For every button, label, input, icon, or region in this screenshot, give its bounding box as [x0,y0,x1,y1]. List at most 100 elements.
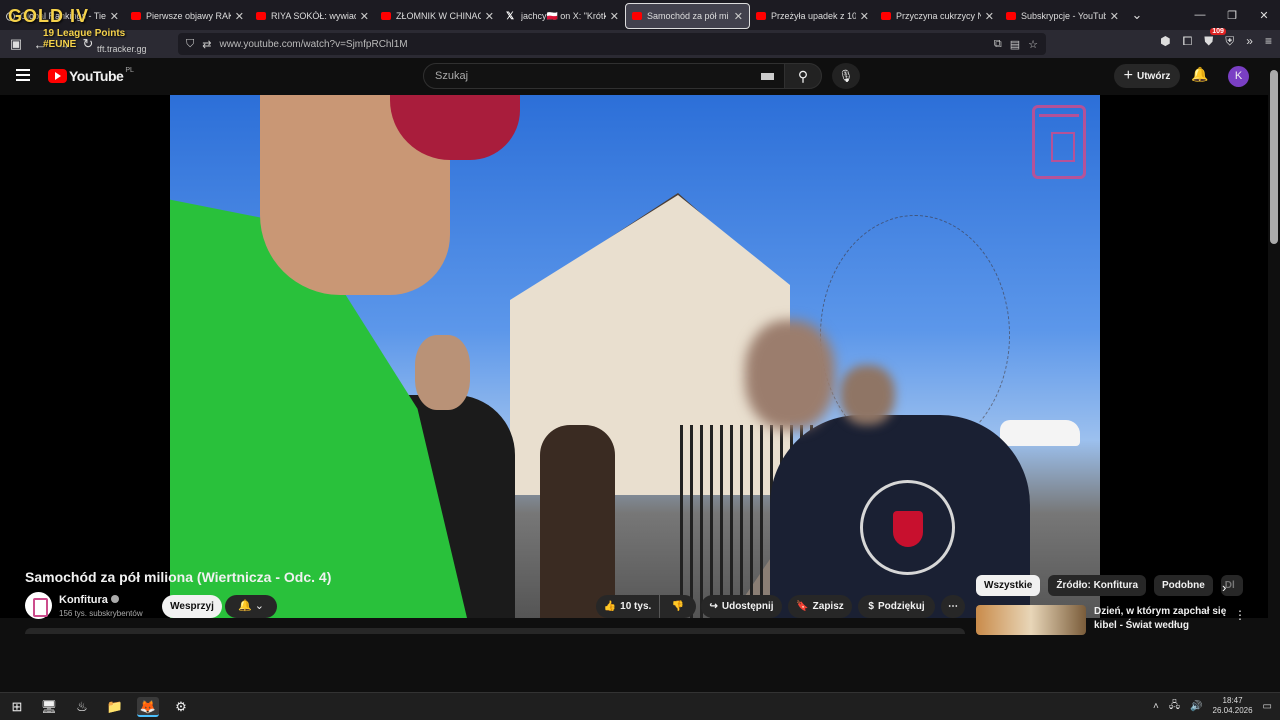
tab-label: jachcy🇵🇱 on X: "Krótki [521,10,606,21]
blurred-face [745,320,835,430]
notifications-bell-icon[interactable]: 🔔 [1191,66,1208,83]
description-box[interactable] [25,628,965,634]
globe-icon [6,11,15,21]
tab-2[interactable]: Pierwsze objawy RAKA P ✕ [125,3,250,29]
browser-tab-bar: Global Rankings - Tie ✕ Pierwsze objawy … [0,0,1280,30]
pip-icon[interactable]: ⧉ [994,38,1002,51]
search-placeholder: Szukaj [435,70,469,82]
tab-close-icon[interactable]: ✕ [360,10,369,23]
reload-icon[interactable]: ↻ [76,36,100,52]
chip-next-chevron-icon[interactable]: › [1222,580,1226,595]
search-button[interactable]: ⚲ [784,63,822,89]
region-label: PL [125,66,134,74]
x-icon: 𝕏 [506,10,515,22]
restore-icon[interactable]: ❐ [1216,9,1248,22]
recommended-video[interactable]: Dzień, w którym zapchał się kibel - Świa… [976,605,1268,645]
more-vertical-icon[interactable]: ⋮ [1234,608,1246,622]
url-bar[interactable]: ⛉ ⇄ www.youtube.com/watch?v=SjmfpRChl1M … [178,33,1046,55]
clock[interactable]: 18:47 26.04.2026 [1213,696,1253,716]
chip-related[interactable]: Podobne [1154,575,1213,596]
youtube-logo[interactable]: YouTube PL [48,66,134,84]
keyboard-icon[interactable] [761,73,774,80]
reader-icon[interactable]: ▤ [1010,38,1020,51]
dislike-button[interactable]: 👎 [660,595,696,618]
tab-5[interactable]: 𝕏 jachcy🇵🇱 on X: "Krótki ✕ [500,3,625,29]
youtube-icon [131,12,141,20]
sidebar-toggle-icon[interactable]: ▣ [4,36,28,52]
tab-close-icon[interactable]: ✕ [734,10,743,23]
url-text: www.youtube.com/watch?v=SjmfpRChl1M [219,38,408,50]
scrollbar-thumb[interactable] [1270,70,1278,244]
system-tray: ˄ 🖧 🔊 18:47 26.04.2026 ▭ [1153,696,1272,716]
bookmark-star-icon[interactable]: ☆ [1028,38,1038,51]
forward-icon[interactable]: → [52,37,76,52]
tab-7[interactable]: Przeżyła upadek z 10 000 ✕ [750,3,875,29]
youtube-icon [756,12,766,20]
hamburger-menu-icon[interactable] [16,69,30,84]
thanks-button[interactable]: $ Podziękuj [858,595,935,618]
app-icon[interactable]: ⚙ [170,697,192,717]
chip-source[interactable]: Źródło: Konfitura [1048,575,1147,596]
save-button[interactable]: 🔖 Zapisz [788,595,852,618]
create-button[interactable]: + Utwórz [1114,64,1180,88]
clock-date: 26.04.2026 [1212,706,1253,715]
firefox-icon[interactable]: 🦊 [137,697,159,717]
tab-close-icon[interactable]: ✕ [860,10,869,23]
recommended-title[interactable]: Dzień, w którym zapchał się kibel - Świa… [1094,605,1234,633]
tab-3[interactable]: RIYA SOKÓŁ: wywiad, pie ✕ [250,3,375,29]
tab-4[interactable]: ZŁOMNIK W CHINACH # ✕ [375,3,500,29]
tab-list-chevron-icon[interactable]: ⌄ [1125,7,1149,23]
monitor-app-icon[interactable]: 🖥 [38,697,60,717]
tab-close-icon[interactable]: ✕ [1110,10,1119,23]
tab-close-icon[interactable]: ✕ [985,10,994,23]
permissions-icon[interactable]: ⇄ [202,38,211,51]
adblock-icon[interactable]: ⛊ 109 [1204,28,1226,49]
tray-chevron-icon[interactable]: ˄ [1153,701,1159,712]
channel-avatar[interactable] [25,592,52,619]
recommended-thumbnail[interactable] [976,605,1086,635]
channel-watermark-icon [1032,105,1086,179]
tab-8[interactable]: Przyczyna cukrzycy NR1 ✕ [875,3,1000,29]
file-explorer-icon[interactable]: 📁 [104,697,126,717]
share-button[interactable]: ↪ Udostępnij [701,595,782,618]
shield-icon[interactable]: ⛉ [186,38,194,51]
back-icon[interactable]: ← [28,37,52,52]
shield-ext-icon[interactable]: ⛨ [1225,34,1234,49]
tab-1[interactable]: Global Rankings - Tie ✕ [0,3,125,29]
blurred-face-2 [840,365,895,425]
super-thanks-icon: $ [868,601,874,612]
like-button[interactable]: 👍 10 tys. [596,595,659,618]
windows-start-icon[interactable]: ⊞ [6,697,28,717]
menu-icon[interactable]: ≡ [1265,34,1272,49]
avatar[interactable]: K [1228,66,1249,87]
search-input[interactable]: Szukaj [423,63,785,89]
tab-close-icon[interactable]: ✕ [110,10,119,23]
extensions-icon[interactable]: ⧠ [1183,34,1193,49]
video-player[interactable] [0,95,1268,618]
tab-close-icon[interactable]: ✕ [235,10,244,23]
network-icon[interactable]: 🖧 [1169,698,1180,715]
support-button[interactable]: Wesprzyj [162,595,222,618]
chip-all[interactable]: Wszystkie [976,575,1041,596]
notifications-icon[interactable]: ▭ [1263,701,1272,712]
mic-icon: 🎙 [838,69,854,83]
more-actions-button[interactable]: ⋯ [941,595,965,618]
steam-icon[interactable]: ♨ [71,697,93,717]
tab-close-icon[interactable]: ✕ [610,10,619,23]
channel-name[interactable]: Konfitura [59,594,119,606]
page-scrollbar[interactable] [1268,68,1280,720]
subscription-bell-button[interactable]: 🔔 ⌄ [225,595,277,618]
vpn-icon[interactable]: ⬢ [1160,34,1170,49]
video-frame[interactable] [170,95,1100,618]
tab-close-icon[interactable]: ✕ [485,10,494,23]
youtube-icon [1006,12,1016,20]
search-icon: ⚲ [797,68,809,84]
youtube-header: YouTube PL Szukaj ⚲ 🎙 + Utwórz 🔔 K [0,58,1268,94]
minimize-icon[interactable]: — [1184,9,1216,21]
tab-9[interactable]: Subskrypcje - YouTube ✕ [1000,3,1125,29]
close-window-icon[interactable]: ✕ [1248,9,1280,22]
voice-search-button[interactable]: 🎙 [832,63,860,89]
tab-6-active[interactable]: Samochód za pół mi ✕ [625,3,750,29]
overflow-chevrons-icon[interactable]: » [1246,34,1253,49]
volume-icon[interactable]: 🔊 [1190,701,1202,712]
